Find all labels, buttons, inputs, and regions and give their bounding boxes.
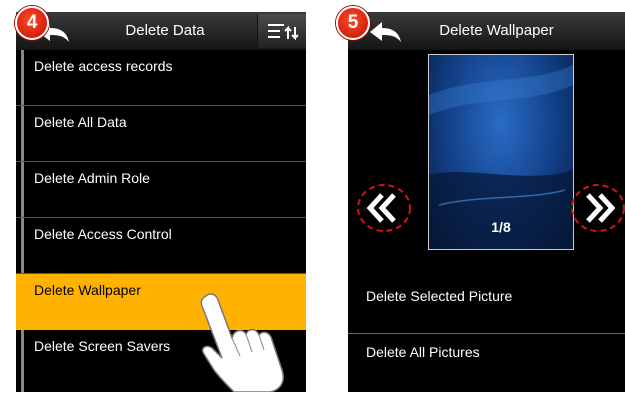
- double-left-chevron-icon: [357, 184, 411, 232]
- menu-item-label: Delete All Pictures: [366, 344, 480, 360]
- page-title: Delete Data: [125, 22, 205, 39]
- menu-item-label: Delete Wallpaper: [34, 282, 141, 298]
- previous-picture-button[interactable]: [354, 182, 412, 234]
- menu-item-delete-all-data[interactable]: Delete All Data: [16, 106, 306, 162]
- menu-item-delete-selected-picture[interactable]: Delete Selected Picture: [348, 264, 625, 334]
- menu-item-delete-access-control[interactable]: Delete Access Control: [16, 218, 306, 274]
- menu-item-delete-access-records[interactable]: Delete access records: [16, 50, 306, 106]
- menu-item-label: Delete All Data: [34, 114, 127, 130]
- picture-counter: 1/8: [491, 219, 511, 235]
- hand-pointer-icon: [200, 293, 284, 392]
- sort-button[interactable]: [257, 14, 306, 48]
- sort-icon: [268, 24, 299, 41]
- wallpaper-preview: 1/8: [428, 54, 574, 250]
- menu-item-label: Delete Screen Savers: [34, 338, 171, 354]
- step-badge: 4: [15, 6, 49, 40]
- menu-item-label: Delete access records: [34, 58, 173, 74]
- menu-item-label: Delete Access Control: [34, 226, 172, 242]
- delete-data-screen: Delete Data Delete access records Delete…: [16, 12, 306, 392]
- menu-item-delete-admin-role[interactable]: Delete Admin Role: [16, 162, 306, 218]
- back-arrow-icon[interactable]: [366, 18, 406, 46]
- next-picture-button[interactable]: [570, 182, 625, 234]
- menu-item-label: Delete Selected Picture: [366, 288, 513, 304]
- title-bar: Delete Data: [16, 12, 306, 50]
- delete-wallpaper-screen: Delete Wallpaper 1/8 Delete Selected Pic…: [348, 12, 625, 392]
- step-badge: 5: [336, 6, 370, 40]
- title-bar: Delete Wallpaper: [348, 12, 625, 50]
- page-title: Delete Wallpaper: [439, 22, 554, 39]
- double-right-chevron-icon: [571, 184, 625, 232]
- menu-item-delete-all-pictures[interactable]: Delete All Pictures: [348, 334, 625, 390]
- menu-item-label: Delete Admin Role: [34, 170, 150, 186]
